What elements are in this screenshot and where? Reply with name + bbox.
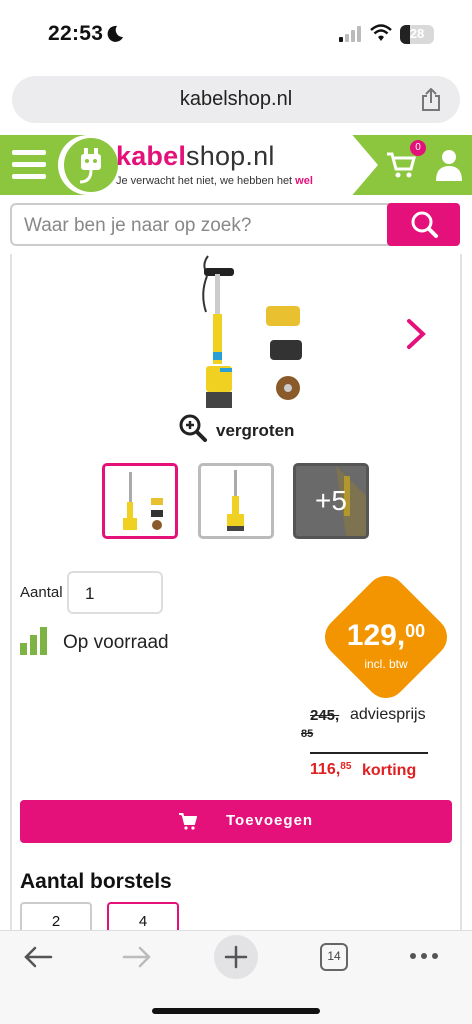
next-image-icon[interactable] — [405, 318, 427, 350]
logo-rest: shop.nl — [186, 141, 275, 171]
back-icon[interactable] — [23, 945, 53, 969]
more-icon[interactable] — [409, 950, 439, 962]
zoom-label[interactable]: vergroten — [216, 421, 294, 441]
price-divider — [310, 752, 428, 754]
discount-cents: 85 — [340, 761, 352, 772]
tagline-highlight: wel — [295, 175, 313, 187]
add-to-cart-label: Toevoegen — [226, 812, 314, 829]
stock-bars-icon — [20, 627, 47, 655]
search-icon — [411, 211, 438, 238]
logo-text[interactable]: kabelshop.nl — [116, 141, 275, 172]
share-icon[interactable] — [420, 88, 442, 112]
thumbnail-more[interactable]: +5 — [293, 463, 369, 539]
battery-level: 28 — [409, 26, 425, 41]
cart-icon — [179, 813, 197, 830]
quantity-input[interactable]: 1 — [67, 571, 163, 614]
tagline: Je verwacht het niet, we hebben het wel — [116, 175, 313, 187]
home-indicator — [152, 1008, 320, 1014]
brush-count-title: Aantal borstels — [20, 870, 172, 893]
forward-icon[interactable] — [122, 945, 152, 969]
user-icon[interactable] — [434, 148, 464, 182]
price-value: 129,00 — [326, 619, 446, 653]
signal-icon — [339, 26, 361, 42]
more-images-label: +5 — [315, 485, 347, 516]
tabs-button[interactable]: 14 — [320, 943, 348, 971]
moon-icon — [107, 25, 123, 42]
zoom-icon[interactable] — [178, 413, 208, 443]
new-tab-button[interactable] — [214, 935, 258, 979]
quantity-label: Aantal — [20, 584, 63, 601]
cart-icon[interactable] — [386, 151, 416, 179]
status-bar: 22:53 28 — [0, 0, 472, 70]
thumbnail-2[interactable] — [198, 463, 274, 539]
discount-label: korting — [362, 762, 417, 779]
add-to-cart-button[interactable]: Toevoegen — [20, 800, 452, 843]
logo-mascot-icon — [64, 138, 118, 192]
thumbnail-1[interactable] — [102, 463, 178, 539]
discount-main: 116, — [310, 761, 341, 778]
url-text: kabelshop.nl — [179, 88, 293, 110]
price-vat-note: incl. btw — [364, 657, 408, 671]
price-main: 129, — [346, 619, 406, 652]
product-image[interactable] — [182, 254, 322, 414]
battery-icon: 28 — [400, 25, 434, 44]
logo-bold: kabel — [116, 141, 187, 171]
status-time: 22:53 — [48, 22, 104, 45]
tagline-text: Je verwacht het niet, we hebben het — [116, 175, 296, 187]
search-input[interactable]: Waar ben je naar op zoek? — [10, 203, 390, 246]
advice-price: 245, — [310, 707, 340, 724]
wifi-icon — [370, 24, 392, 41]
search-button[interactable] — [387, 203, 460, 246]
cart-count-badge: 0 — [410, 140, 426, 156]
address-bar[interactable]: kabelshop.nl — [12, 76, 460, 123]
menu-icon[interactable] — [12, 150, 46, 180]
search-bar: Waar ben je naar op zoek? — [10, 203, 460, 246]
advice-price-cents: 85 — [301, 728, 314, 740]
site-header: kabelshop.nl Je verwacht het niet, we he… — [0, 135, 472, 195]
price-cents: 00 — [405, 621, 426, 641]
advice-label: adviesprijs — [350, 706, 426, 723]
plus-icon — [224, 945, 248, 969]
discount-value: 116,85 — [310, 761, 351, 779]
stock-status: Op voorraad — [63, 632, 169, 653]
